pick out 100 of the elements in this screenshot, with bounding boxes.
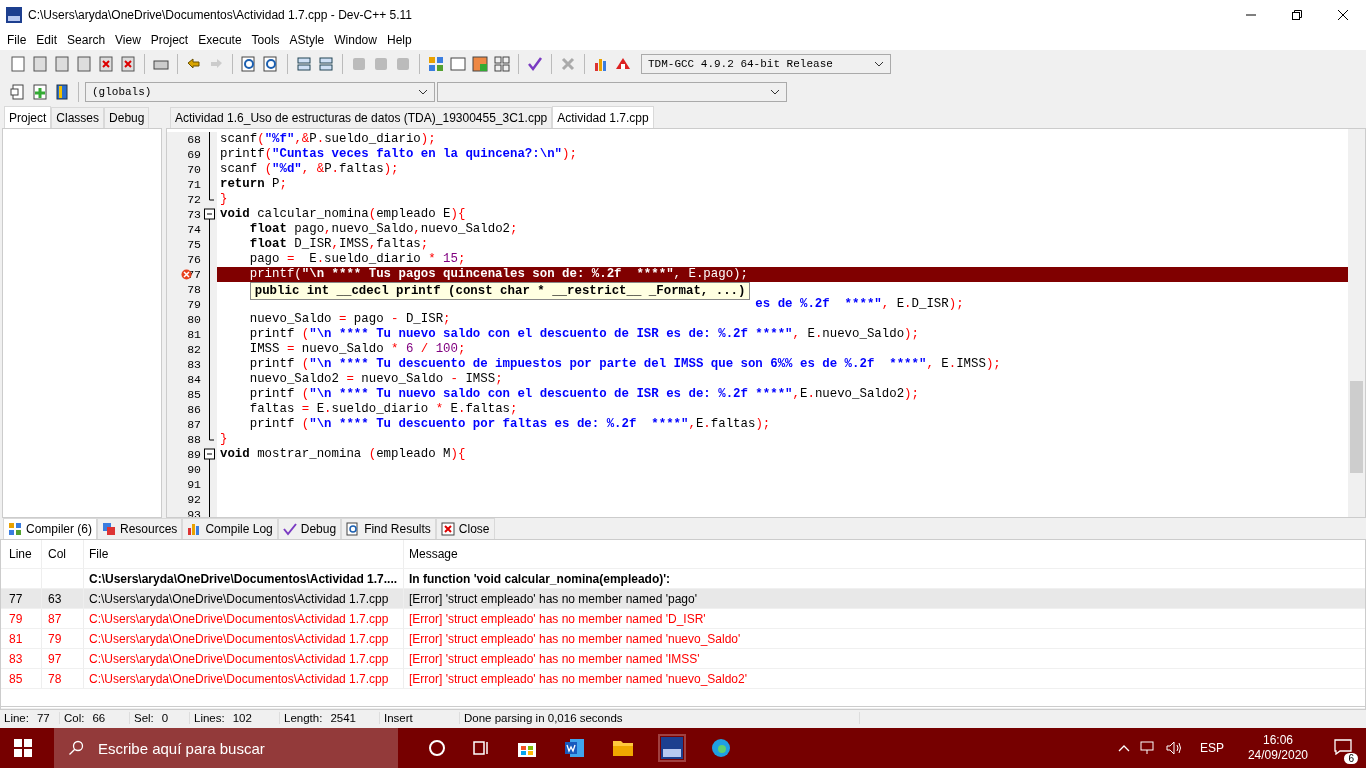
column-header[interactable]: Line	[1, 547, 41, 561]
table-row[interactable]: 85 78 C:\Users\aryda\OneDrive\Documentos\Actividad 1.7.cpp [Error] 'struct empleado' has no member named 'nuevo_Saldo2'	[1, 669, 1365, 689]
line-number: 84	[187, 373, 202, 386]
compiler-select[interactable]: TDM-GCC 4.9.2 64-bit Release	[641, 54, 891, 74]
table-row[interactable]: 81 79 C:\Users\aryda\OneDrive\Documentos\Actividad 1.7.cpp [Error] 'struct empleado' has no member named 'nuevo_Saldo'	[1, 629, 1365, 649]
selected-row[interactable]: 77 63 C:\Users\aryda\OneDrive\Documentos\Actividad 1.7.cpp [Error] 'struct empleado' has no member named 'pago'	[1, 589, 1365, 609]
menu-item[interactable]: Tools	[246, 33, 285, 47]
clock-time: 16:06	[1262, 733, 1293, 748]
panel-tab[interactable]: Project	[4, 106, 52, 128]
line-number: 80	[187, 313, 202, 326]
line-number: 85	[187, 388, 202, 401]
column-header[interactable]: File	[83, 540, 403, 568]
task-view-icon[interactable]	[472, 739, 490, 757]
search-box[interactable]: Escribe aquí para buscar	[54, 728, 398, 768]
line-number: 90	[187, 463, 202, 476]
restore-icon[interactable]	[1291, 9, 1303, 21]
window-title: C:\Users\aryda\OneDrive\Documentos\Actividad 1.7.cpp - Dev-C++ 5.11	[28, 8, 413, 22]
new-file-icon[interactable]	[9, 55, 27, 73]
table-cell: C:\Users\aryda\OneDrive\Documentos\Actividad 1.7.cpp	[89, 611, 389, 626]
table-row[interactable]: 83 97 C:\Users\aryda\OneDrive\Documentos\Actividad 1.7.cpp [Error] 'struct empleado' has no member named 'IMSS'	[1, 649, 1365, 669]
notification-badge: 6	[1344, 752, 1358, 764]
table-cell: 85	[9, 671, 23, 686]
line-number: 75	[187, 238, 202, 251]
dev-app-icon[interactable]	[660, 736, 684, 760]
vertical-scrollbar[interactable]	[1348, 129, 1365, 517]
menu-item[interactable]: Search	[62, 33, 111, 47]
close-icon[interactable]	[1337, 9, 1349, 21]
notification-icon[interactable]	[1334, 738, 1352, 755]
line-number: 71	[187, 178, 202, 191]
status-label: Insert	[384, 711, 413, 724]
network-icon[interactable]	[1139, 741, 1156, 755]
speaker-icon[interactable]	[1165, 741, 1184, 755]
find-icon	[346, 522, 361, 536]
word-document-icon[interactable]	[564, 737, 586, 759]
clock[interactable]: 16:06 24/09/2020	[1239, 733, 1316, 763]
line-number: 78	[187, 283, 202, 296]
panel-tab[interactable]: Compiler (6)	[3, 518, 97, 539]
code-line: printf ("\n **** Tu descuento de impuestos por parte del IMSS que son 6%% es de %.2f ****", E.IMSS);	[249, 357, 1001, 371]
code-line: }	[220, 192, 228, 206]
unindent-icon[interactable]	[317, 55, 335, 73]
panel-tab[interactable]: Classes	[51, 107, 105, 128]
file-tab[interactable]: Actividad 1.6_Uso de estructuras de datos (TDA)_19300455_3C1.cpp	[170, 107, 553, 128]
browser-icon[interactable]	[710, 737, 732, 759]
dropdown-caret-icon	[874, 61, 884, 67]
menu-item[interactable]: File	[2, 33, 32, 47]
line-number: 74	[187, 223, 202, 236]
start-icon[interactable]	[14, 739, 32, 757]
signature-tooltip: public int __cdecl printf (const char * __restrict__ _Format, ...)	[249, 282, 751, 300]
menu-item[interactable]: Execute	[193, 33, 247, 47]
menu-item[interactable]: View	[110, 33, 146, 47]
menu-item[interactable]: Help	[381, 33, 417, 47]
check-icon[interactable]	[526, 55, 544, 73]
search-icon	[68, 740, 84, 756]
code-line: es de %.2f ****", E.D_ISR);	[755, 297, 964, 311]
code-line: float pago,nuevo_Saldo,nuevo_Saldo2;	[249, 222, 518, 236]
table-cell: 78	[48, 671, 62, 686]
find-icon[interactable]	[240, 55, 258, 73]
search-input[interactable]: Escribe aquí para buscar	[96, 738, 380, 758]
chevron-up-icon[interactable]	[1117, 744, 1130, 752]
table-cell: [Error] 'struct empleado' has no member named 'pago'	[409, 591, 697, 606]
panel-tab[interactable]: Debug	[104, 107, 150, 128]
status-value: 102	[232, 711, 252, 724]
table-cell: C:\Users\aryda\OneDrive\Documentos\Actividad 1.7.cpp	[89, 651, 389, 666]
code-line: IMSS = nuevo_Saldo * 6 / 100;	[249, 342, 466, 356]
menu-item[interactable]: AStyle	[284, 33, 330, 47]
close-all-icon[interactable]	[119, 55, 137, 73]
scope-select[interactable]: (globals)	[85, 82, 435, 102]
line-number: 92	[187, 493, 202, 506]
indent-icon[interactable]	[295, 55, 313, 73]
dropdown-caret-icon	[418, 89, 428, 95]
column-header[interactable]: Col	[41, 540, 83, 568]
fold-minus-icon[interactable]	[204, 207, 215, 222]
menu-item[interactable]: Edit	[31, 33, 63, 47]
column-header[interactable]: Message	[403, 540, 1365, 568]
language-indicator[interactable]: ESP	[1193, 741, 1230, 755]
window-icon	[102, 522, 116, 536]
book-icon[interactable]	[53, 83, 71, 101]
replace-icon[interactable]	[262, 55, 280, 73]
code-line: float D_ISR,IMSS,faltas;	[249, 237, 429, 251]
code-line: nuevo_Saldo = pago - D_ISR;	[249, 312, 451, 326]
grid-icon	[8, 522, 22, 536]
fold-minus-icon[interactable]	[204, 447, 215, 462]
code-line: void mostrar_nomina (empleado M){	[220, 447, 466, 461]
line-number: 83	[187, 358, 202, 371]
class-icon[interactable]	[9, 83, 27, 101]
app-logo-icon	[6, 7, 22, 23]
line-number: 91	[187, 478, 202, 491]
status-label: Col:	[64, 711, 85, 724]
table-cell: [Error] 'struct empleado' has no member named 'nuevo_Saldo'	[409, 631, 741, 646]
code-line: scanf("%f",&P.sueldo_diario);	[220, 132, 436, 146]
menu-item[interactable]: Project	[145, 33, 194, 47]
status-label: Done parsing in 0,016 seconds	[464, 711, 623, 724]
compile-icon[interactable]	[427, 55, 445, 73]
menu-item[interactable]: Window	[329, 33, 382, 47]
circle-icon[interactable]	[428, 739, 446, 757]
table-row[interactable]: 79 87 C:\Users\aryda\OneDrive\Documentos\Actividad 1.7.cpp [Error] 'struct empleado' has no member named 'D_ISR'	[1, 609, 1365, 629]
table-cell: C:\Users\aryda\OneDrive\Documentos\Actividad 1.7....	[89, 571, 398, 586]
code-editor[interactable]	[166, 128, 1366, 518]
file-tab[interactable]: Actividad 1.7.cpp	[552, 106, 654, 128]
add-icon[interactable]	[31, 83, 49, 101]
